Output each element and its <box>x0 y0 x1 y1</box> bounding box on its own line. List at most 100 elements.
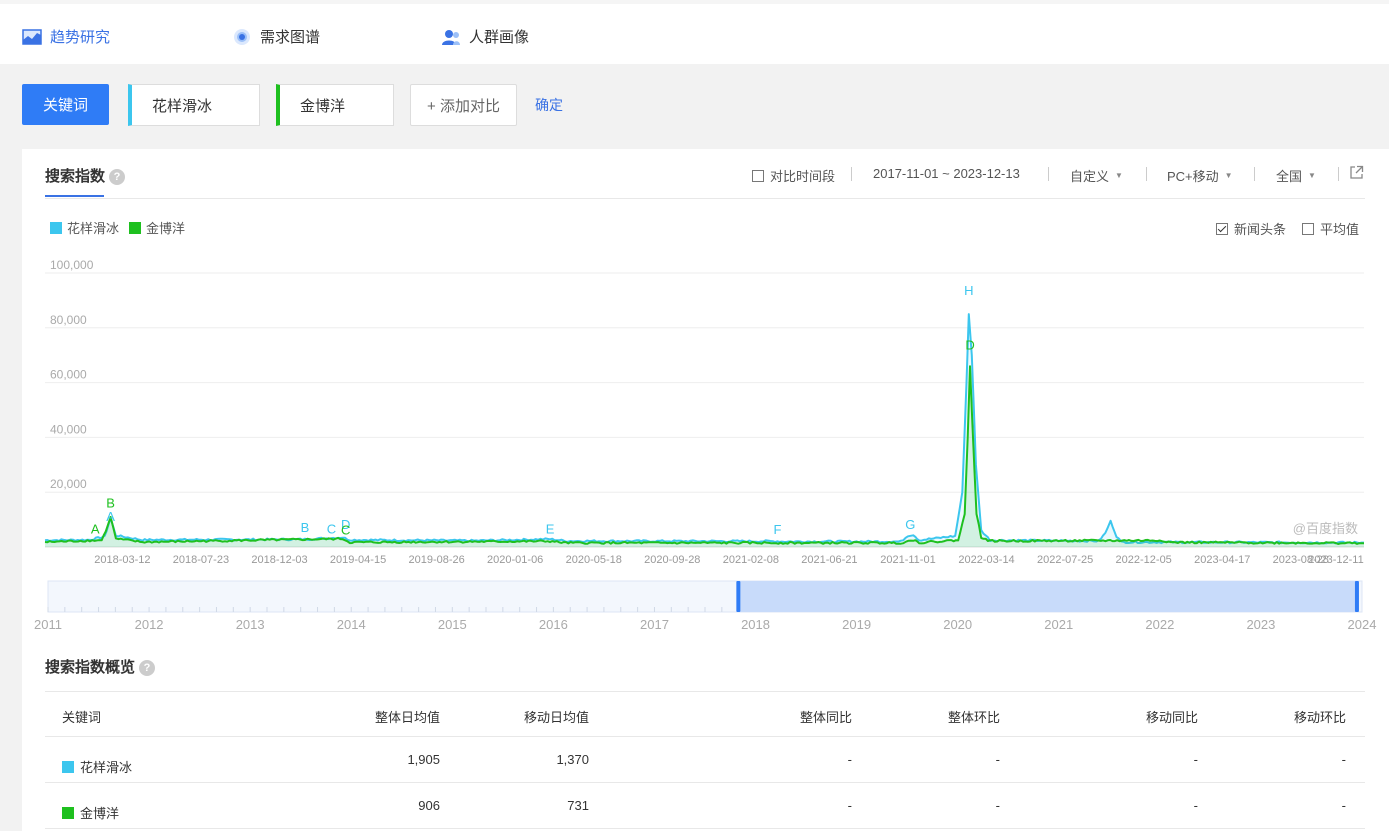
keyword-button[interactable]: 关键词 <box>22 84 109 125</box>
row-mobile-mom: - <box>1341 752 1346 767</box>
row-overall-avg: 906 <box>418 798 440 813</box>
search-index-card: 搜索指数? 对比时间段 2017-11-01 ~ 2023-12-13 自定义 ▼… <box>22 149 1389 831</box>
top-nav: 趋势研究 需求图谱 人群画像 <box>0 0 1389 64</box>
search-index-chart[interactable]: 100,000 80,000 60,000 40,000 20,000 2018-03-1… <box>22 149 1389 649</box>
row-keyword-label: 金博洋 <box>80 806 120 821</box>
event-marker: A <box>91 521 100 536</box>
slider-year-label: 2022 <box>1145 617 1174 632</box>
nav-item-demand[interactable]: 需求图谱 <box>232 26 320 47</box>
slider-year-label: 2015 <box>438 617 467 632</box>
keyword-swatch <box>62 760 74 773</box>
x-tick-label: 2018-07-23 <box>173 554 229 566</box>
x-tick-label: 2023-12-11 <box>1308 554 1363 566</box>
range-handle-left[interactable] <box>736 581 741 612</box>
row-overall-yoy: - <box>847 798 852 813</box>
help-icon[interactable]: ? <box>139 660 156 676</box>
y-tick-label: 40,000 <box>50 422 87 436</box>
row-mobile-avg: 731 <box>567 798 589 813</box>
x-tick-label: 2019-04-15 <box>330 554 386 566</box>
row-overall-mom: - <box>995 798 1000 813</box>
series-line <box>44 313 1364 545</box>
x-tick-label: 2022-03-14 <box>958 554 1014 566</box>
range-slider-selection <box>738 581 1357 612</box>
nav-item-label: 趋势研究 <box>50 29 111 46</box>
row-overall-mom: - <box>995 752 1000 767</box>
row-overall-avg: 1,905 <box>407 752 440 767</box>
row-mobile-mom: - <box>1341 798 1346 813</box>
table-header-row: 关键词 整体日均值 移动日均值 整体同比 整体环比 移动同比 移动环比 <box>45 691 1365 737</box>
slider-year-label: 2011 <box>34 617 62 632</box>
header-mobile-mom: 移动环比 <box>1293 710 1346 725</box>
row-keyword: 花样滑冰 <box>62 757 132 776</box>
x-tick-label: 2018-12-03 <box>251 554 307 566</box>
x-tick-label: 2021-02-08 <box>723 554 779 566</box>
header-overall-mom: 整体环比 <box>947 710 1000 725</box>
y-tick-label: 20,000 <box>50 477 87 491</box>
x-tick-label: 2023-04-17 <box>1194 554 1250 566</box>
x-tick-label: 2022-12-05 <box>1116 554 1172 566</box>
x-tick-label: 2020-09-28 <box>644 554 700 566</box>
table-row: 金博洋 906 731 - - - - <box>45 783 1365 829</box>
keyword-swatch <box>62 806 74 819</box>
header-mobile-avg: 移动日均值 <box>523 710 589 725</box>
nav-item-label: 需求图谱 <box>260 29 321 46</box>
y-tick-label: 100,000 <box>50 258 94 272</box>
event-marker: A <box>106 509 115 524</box>
event-marker: G <box>905 517 915 532</box>
x-tick-label: 2021-11-01 <box>880 554 935 566</box>
y-tick-label: 60,000 <box>50 368 87 382</box>
series-area <box>45 314 1364 547</box>
y-tick-label: 80,000 <box>50 313 87 327</box>
summary-title: 搜索指数概览? <box>45 656 156 677</box>
slider-year-label: 2020 <box>943 617 972 632</box>
row-mobile-avg: 1,370 <box>556 752 589 767</box>
event-marker: B <box>301 520 310 535</box>
add-compare-button[interactable]: + 添加对比 <box>410 84 517 126</box>
x-tick-label: 2018-03-12 <box>94 554 150 566</box>
event-marker: D <box>965 338 974 353</box>
row-keyword-label: 花样滑冰 <box>80 760 133 775</box>
series-area <box>45 366 1364 547</box>
header-overall-avg: 整体日均值 <box>374 710 440 725</box>
row-keyword: 金博洋 <box>62 803 119 822</box>
slider-year-label: 2023 <box>1246 617 1275 632</box>
table-row: 花样滑冰 1,905 1,370 - - - - <box>45 737 1365 783</box>
event-marker: C <box>327 521 336 536</box>
row-mobile-yoy: - <box>1193 798 1198 813</box>
slider-year-label: 2014 <box>337 617 366 632</box>
x-tick-label: 2021-06-21 <box>801 554 857 566</box>
slider-year-label: 2021 <box>1044 617 1073 632</box>
slider-year-label: 2016 <box>539 617 568 632</box>
nav-item-persona[interactable]: 人群画像 <box>441 26 529 47</box>
slider-year-label: 2012 <box>135 617 164 632</box>
x-tick-label: 2020-01-06 <box>487 554 543 566</box>
event-marker: F <box>773 522 781 537</box>
keyword-input-2[interactable]: 金博洋 <box>276 84 394 126</box>
slider-year-label: 2024 <box>1348 617 1377 632</box>
trend-chart-icon <box>22 28 42 45</box>
x-tick-label: 2019-08-26 <box>408 554 464 566</box>
slider-year-label: 2017 <box>640 617 669 632</box>
slider-year-label: 2018 <box>741 617 770 632</box>
event-marker: C <box>341 523 350 538</box>
row-overall-yoy: - <box>847 752 852 767</box>
watermark: @百度指数 <box>1293 521 1358 536</box>
header-mobile-yoy: 移动同比 <box>1145 710 1198 725</box>
event-marker: E <box>546 521 555 536</box>
user-group-icon <box>442 29 460 45</box>
confirm-link[interactable]: 确定 <box>535 95 563 115</box>
x-tick-label: 2020-05-18 <box>566 554 622 566</box>
event-marker: H <box>964 283 973 298</box>
header-keyword: 关键词 <box>62 710 102 725</box>
series-line <box>44 365 1365 545</box>
slider-year-label: 2019 <box>842 617 871 632</box>
summary-table: 关键词 整体日均值 移动日均值 整体同比 整体环比 移动同比 移动环比 花样滑冰… <box>45 691 1365 829</box>
header-overall-yoy: 整体同比 <box>799 710 852 725</box>
nav-item-trend[interactable]: 趋势研究 <box>22 26 110 47</box>
range-handle-right[interactable] <box>1354 581 1359 612</box>
keyword-input-1[interactable]: 花样滑冰 <box>128 84 260 126</box>
target-dot-icon <box>234 28 250 45</box>
row-mobile-yoy: - <box>1193 752 1198 767</box>
x-tick-label: 2022-07-25 <box>1037 554 1093 566</box>
summary-title-text: 搜索指数概览 <box>45 659 136 676</box>
